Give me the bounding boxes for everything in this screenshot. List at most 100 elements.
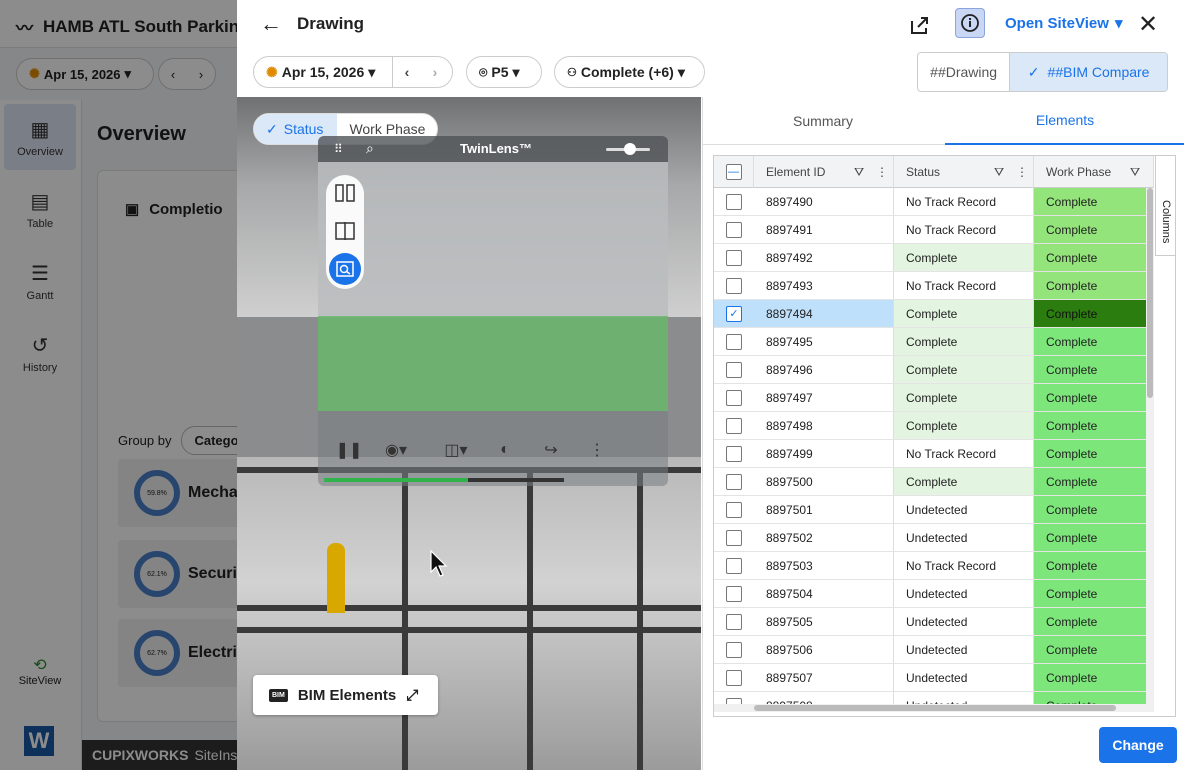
filter-icon[interactable]: ⛛ xyxy=(1130,165,1140,180)
tab-elements[interactable]: Elements xyxy=(945,97,1184,145)
playback-progress[interactable] xyxy=(324,478,564,482)
column-element-id[interactable]: Element ID ⛛ ⋮ xyxy=(754,156,894,188)
level-filter[interactable]: ⌾ P5 ▾ xyxy=(466,56,542,88)
column-status[interactable]: Status ⛛ ⋮ xyxy=(894,156,1034,188)
opacity-slider[interactable] xyxy=(606,143,650,155)
contrast-icon[interactable]: ◐ xyxy=(490,436,520,464)
table-row[interactable]: 8897499 No Track Record Complete xyxy=(714,440,1146,468)
cell-status: Complete xyxy=(894,328,1034,355)
row-checkbox[interactable] xyxy=(726,361,742,378)
layout-icon[interactable]: ◫▾ xyxy=(438,436,474,464)
table-row[interactable]: 8897500 Complete Complete xyxy=(714,468,1146,496)
cell-status: Complete xyxy=(894,468,1034,495)
date-filter[interactable]: ✺ Apr 15, 2026 ▾ ‹ › xyxy=(253,56,453,88)
table-row[interactable]: 8897490 No Track Record Complete xyxy=(714,188,1146,216)
filter-icon[interactable]: ⛛ xyxy=(994,165,1004,180)
back-arrow-icon[interactable]: ← xyxy=(259,11,283,36)
panorama-viewer[interactable]: ✓ Status Work Phase ⠿ ⌕ TwinLens™ ❚❚ ◉▾ … xyxy=(237,97,701,770)
column-work-phase[interactable]: Work Phase ⛛ xyxy=(1034,156,1154,188)
cell-work-phase: Complete xyxy=(1034,300,1146,327)
select-all-checkbox[interactable]: — xyxy=(714,156,754,188)
row-checkbox[interactable] xyxy=(726,193,742,210)
table-row[interactable]: 8897503 No Track Record Complete xyxy=(714,552,1146,580)
row-checkbox[interactable] xyxy=(726,641,742,658)
cell-work-phase: Complete xyxy=(1034,468,1146,495)
table-row[interactable]: 8897493 No Track Record Complete xyxy=(714,272,1146,300)
row-checkbox[interactable] xyxy=(726,473,742,490)
horizontal-scrollbar[interactable] xyxy=(714,704,1154,712)
row-checkbox-cell xyxy=(714,356,754,383)
row-checkbox[interactable] xyxy=(726,277,742,294)
eye-icon[interactable]: ◉▾ xyxy=(378,436,414,464)
row-checkbox-cell xyxy=(714,188,754,215)
row-checkbox[interactable] xyxy=(726,529,742,546)
table-row[interactable]: 8897495 Complete Complete xyxy=(714,328,1146,356)
row-checkbox[interactable] xyxy=(726,417,742,434)
row-checkbox[interactable] xyxy=(726,669,742,686)
columns-side-tab[interactable]: Columns xyxy=(1155,156,1175,256)
table-row[interactable]: 8897507 Undetected Complete xyxy=(714,664,1146,692)
row-checkbox[interactable] xyxy=(726,249,742,266)
scroll-thumb[interactable] xyxy=(1147,188,1153,398)
open-siteview-button[interactable]: Open SiteView ▾ xyxy=(1005,14,1122,33)
table-row[interactable]: ✓ 8897494 Complete Complete xyxy=(714,300,1146,328)
more-vert-icon[interactable]: ⋮ xyxy=(876,165,888,179)
cell-status: No Track Record xyxy=(894,188,1034,215)
status-filter[interactable]: ⚇ Complete (+6) ▾ xyxy=(554,56,705,88)
table-row[interactable]: 8897505 Undetected Complete xyxy=(714,608,1146,636)
row-checkbox[interactable]: ✓ xyxy=(726,305,742,322)
row-checkbox[interactable] xyxy=(726,389,742,406)
row-checkbox[interactable] xyxy=(726,445,742,462)
scroll-thumb[interactable] xyxy=(754,705,1116,711)
table-row[interactable]: 8897506 Undetected Complete xyxy=(714,636,1146,664)
close-icon[interactable]: ✕ xyxy=(1134,10,1162,38)
table-row[interactable]: 8897501 Undetected Complete xyxy=(714,496,1146,524)
table-row[interactable]: 8897498 Complete Complete xyxy=(714,412,1146,440)
window-frame xyxy=(237,627,701,633)
info-icon[interactable] xyxy=(955,8,985,38)
cell-element-id: 8897499 xyxy=(754,440,894,467)
chevron-down-icon: ▾ xyxy=(677,63,685,80)
cell-status: Undetected xyxy=(894,496,1034,523)
table-row[interactable]: 8897491 No Track Record Complete xyxy=(714,216,1146,244)
row-checkbox[interactable] xyxy=(726,613,742,630)
slider-knob[interactable] xyxy=(624,143,636,155)
row-checkbox[interactable] xyxy=(726,585,742,602)
row-checkbox[interactable] xyxy=(726,221,742,238)
twinlens-panel[interactable]: ⠿ ⌕ TwinLens™ ❚❚ ◉▾ ◫▾ ◐ ↪ ⋮ xyxy=(318,136,668,486)
table-row[interactable]: 8897508UndetectedComplete xyxy=(714,692,1146,704)
table-row[interactable]: 8897492 Complete Complete xyxy=(714,244,1146,272)
tab-summary[interactable]: Summary xyxy=(703,97,943,145)
vertical-scrollbar[interactable] xyxy=(1146,188,1154,704)
chevron-right-icon[interactable]: › xyxy=(423,57,447,87)
table-row[interactable]: 8897496 Complete Complete xyxy=(714,356,1146,384)
share-icon[interactable] xyxy=(905,10,935,40)
row-checkbox[interactable] xyxy=(726,557,742,574)
table-row[interactable]: 8897504 Undetected Complete xyxy=(714,580,1146,608)
lens-view-icon[interactable] xyxy=(329,253,361,285)
row-checkbox-cell xyxy=(714,664,754,691)
change-button[interactable]: Change xyxy=(1099,727,1177,763)
location-pin-icon: ⌾ xyxy=(479,63,488,80)
mode-drawing[interactable]: ##Drawing xyxy=(918,53,1011,91)
chevron-down-icon: ▾ xyxy=(368,63,376,80)
indeterminate-checkbox[interactable]: — xyxy=(725,164,742,180)
search-icon[interactable]: ⌕ xyxy=(366,140,374,157)
bim-elements-button[interactable]: BIM BIM Elements ⤢ xyxy=(253,675,438,715)
more-vert-icon[interactable]: ⋮ xyxy=(582,436,612,464)
table-row[interactable]: 8897497 Complete Complete xyxy=(714,384,1146,412)
cell-work-phase: Complete xyxy=(1034,664,1146,691)
pause-icon[interactable]: ❚❚ xyxy=(334,436,364,464)
grid-icon[interactable]: ⠿ xyxy=(334,142,343,156)
table-row[interactable]: 8897502 Undetected Complete xyxy=(714,524,1146,552)
grid-body: 8897490 No Track Record Complete 8897491 No … xyxy=(714,188,1146,704)
chevron-left-icon[interactable]: ‹ xyxy=(395,57,419,87)
filter-icon[interactable]: ⛛ xyxy=(854,165,864,180)
split-view-icon[interactable] xyxy=(329,177,361,209)
mode-bim-compare[interactable]: ✓ ##BIM Compare xyxy=(1010,53,1167,91)
redo-icon[interactable]: ↪ xyxy=(536,436,566,464)
more-vert-icon[interactable]: ⋮ xyxy=(1016,165,1028,179)
compare-view-icon[interactable] xyxy=(329,215,361,247)
row-checkbox[interactable] xyxy=(726,333,742,350)
row-checkbox[interactable] xyxy=(726,501,742,518)
